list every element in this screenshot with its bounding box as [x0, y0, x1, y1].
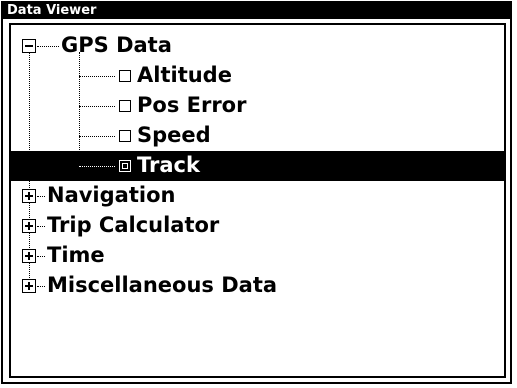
- tree-connector: [79, 76, 115, 77]
- tree-node-time[interactable]: Time: [11, 241, 504, 271]
- tree-node-navigation[interactable]: Navigation: [11, 181, 504, 211]
- data-tree[interactable]: GPS Data Altitude Pos Error Speed Track: [9, 23, 506, 378]
- expand-icon[interactable]: [22, 219, 36, 233]
- tree-node-trip-calculator[interactable]: Trip Calculator: [11, 211, 504, 241]
- tree-connector: [79, 136, 115, 137]
- tree-node-label: Time: [47, 243, 105, 267]
- tree-node-altitude[interactable]: Altitude: [11, 61, 504, 91]
- tree-node-miscellaneous-data[interactable]: Miscellaneous Data: [11, 271, 504, 301]
- expand-icon[interactable]: [22, 249, 36, 263]
- tree-connector: [37, 226, 45, 227]
- tree-node-speed[interactable]: Speed: [11, 121, 504, 151]
- tree-connector: [79, 166, 115, 167]
- tree-node-label: GPS Data: [61, 33, 172, 57]
- expand-icon[interactable]: [22, 279, 36, 293]
- tree-node-label: Pos Error: [137, 93, 247, 117]
- checkbox-icon[interactable]: [119, 100, 131, 112]
- tree-connector: [37, 46, 59, 47]
- tree-node-gps-data[interactable]: GPS Data: [11, 31, 504, 61]
- tree-connector: [79, 106, 115, 107]
- tree-node-track[interactable]: Track: [11, 151, 504, 181]
- tree-node-label: Altitude: [137, 63, 232, 87]
- tree-node-label: Speed: [137, 123, 211, 147]
- window-title: Data Viewer: [3, 3, 510, 19]
- tree-node-label: Track: [137, 153, 200, 177]
- tree-node-label: Miscellaneous Data: [47, 273, 278, 297]
- tree-connector: [37, 256, 45, 257]
- checkbox-icon[interactable]: [119, 130, 131, 142]
- tree-node-label: Navigation: [47, 183, 176, 207]
- tree-node-label: Trip Calculator: [47, 213, 220, 237]
- collapse-icon[interactable]: [22, 39, 36, 53]
- tree-node-pos-error[interactable]: Pos Error: [11, 91, 504, 121]
- checkbox-icon[interactable]: [119, 70, 131, 82]
- checkbox-icon[interactable]: [119, 160, 131, 172]
- tree-connector: [37, 286, 45, 287]
- expand-icon[interactable]: [22, 189, 36, 203]
- data-viewer-window: Data Viewer GPS Data Altitude Pos Error …: [1, 1, 512, 384]
- tree-connector: [37, 196, 45, 197]
